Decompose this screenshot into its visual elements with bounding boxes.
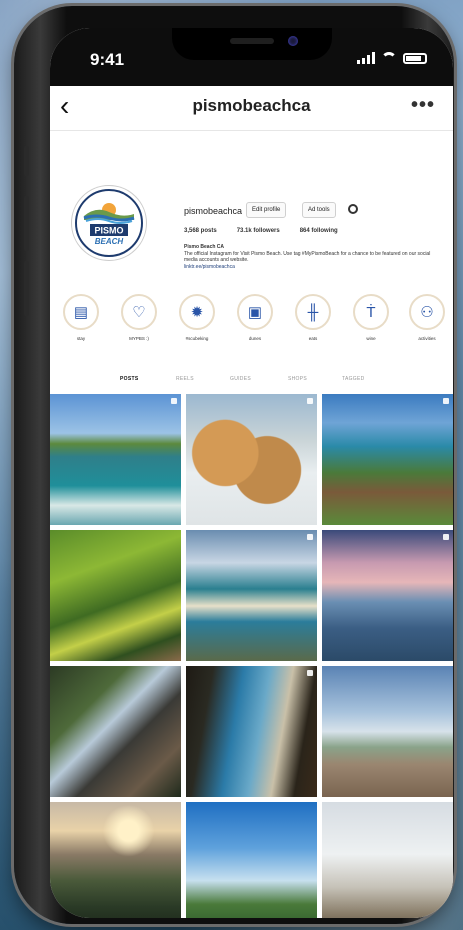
utensils-icon: ╫: [295, 294, 331, 330]
profile-tabs: POSTS REELS GUIDES SHOPS TAGGED: [50, 370, 453, 392]
profile-username-title: pismobeachca: [192, 96, 311, 115]
highlight-activities[interactable]: ⚇ activities: [408, 294, 446, 341]
highlight-label: dunes: [248, 336, 262, 341]
post-tile[interactable]: [322, 802, 453, 918]
battery-icon: [403, 52, 427, 64]
profile-stats: 3,568 posts 73.1k followers 864 followin…: [184, 228, 338, 234]
logo-text-top: PISMO: [94, 226, 123, 236]
highlight-label: activities: [418, 336, 436, 341]
post-tile[interactable]: [322, 666, 453, 797]
phone-frame: 9:41 ‹ pismobeachca ••• PISMO BEACH pism…: [14, 6, 454, 924]
highlight-label: MYPBS :): [129, 336, 149, 341]
ad-tools-button[interactable]: Ad tools: [302, 202, 336, 218]
heart-icon: ♡: [121, 294, 157, 330]
profile-header: PISMO BEACH pismobeachca Edit profile Ad…: [50, 132, 453, 292]
post-tile[interactable]: [186, 530, 317, 661]
front-camera: [288, 36, 298, 46]
highlight-scubeking[interactable]: ✹ #scubeking: [178, 294, 216, 341]
gear-icon[interactable]: [348, 204, 358, 214]
profile-nav-bar: ‹ pismobeachca •••: [50, 86, 453, 131]
speaker-grille: [230, 38, 274, 44]
tab-reels[interactable]: REELS: [176, 376, 194, 382]
bio-text: The official Instagram for Visit Pismo B…: [184, 250, 431, 264]
status-time: 9:41: [90, 50, 125, 69]
tab-posts[interactable]: POSTS: [120, 376, 138, 382]
volume-down-button: [24, 261, 29, 316]
multiple-images-icon: [443, 398, 449, 404]
multiple-images-icon: [443, 534, 449, 540]
highlight-label: eats: [308, 336, 318, 341]
more-dots-icon[interactable]: •••: [411, 94, 435, 117]
multiple-images-icon: [307, 670, 313, 676]
highlight-eats[interactable]: ╫ eats: [294, 294, 332, 341]
post-tile[interactable]: [186, 802, 317, 918]
pismo-beach-logo: PISMO BEACH: [75, 189, 143, 257]
highlight-label: stay: [76, 336, 86, 341]
phone-screen: 9:41 ‹ pismobeachca ••• PISMO BEACH pism…: [50, 28, 453, 918]
post-tile[interactable]: [50, 666, 181, 797]
wine-icon: Ṫ: [353, 294, 389, 330]
post-tile[interactable]: [322, 394, 453, 525]
post-tile[interactable]: [50, 802, 181, 918]
post-tile[interactable]: [186, 666, 317, 797]
post-tile[interactable]: [322, 530, 453, 661]
activity-icon: ⚇: [409, 294, 445, 330]
highlight-label: #scubeking: [185, 336, 209, 341]
notch: [172, 28, 332, 60]
multiple-images-icon: [307, 534, 313, 540]
following-count[interactable]: 864 following: [300, 228, 338, 234]
signal-icon: [357, 52, 375, 64]
post-tile[interactable]: [50, 530, 181, 661]
wifi-icon: [381, 52, 397, 64]
tab-tagged[interactable]: TAGGED: [342, 376, 365, 382]
mute-switch: [24, 146, 29, 176]
multiple-images-icon: [307, 398, 313, 404]
sun-icon: ✹: [179, 294, 215, 330]
status-bar: 9:41: [50, 28, 453, 86]
highlight-label: wine: [366, 336, 376, 341]
hotel-icon: ▤: [63, 294, 99, 330]
status-icons: [357, 52, 427, 64]
car-icon: ▣: [237, 294, 273, 330]
post-tile[interactable]: [186, 394, 317, 525]
post-tile[interactable]: [50, 394, 181, 525]
highlight-stay[interactable]: ▤ stay: [62, 294, 100, 341]
profile-bio: Pismo Beach CA The official Instagram fo…: [184, 244, 444, 270]
edit-profile-button[interactable]: Edit profile: [246, 202, 287, 218]
tab-guides[interactable]: GUIDES: [230, 376, 251, 382]
avatar[interactable]: PISMO BEACH: [72, 186, 146, 260]
highlight-mypbs[interactable]: ♡ MYPBS :): [120, 294, 158, 341]
multiple-images-icon: [171, 398, 177, 404]
logo-text-bottom: BEACH: [95, 237, 124, 246]
posts-count[interactable]: 3,568 posts: [184, 228, 217, 234]
story-highlights: ▤ stay ♡ MYPBS :) ✹ #scubeking ▣ dunes ╫…: [50, 294, 453, 364]
tab-shops[interactable]: SHOPS: [288, 376, 307, 382]
profile-handle: pismobeachca: [184, 206, 243, 216]
highlight-wine[interactable]: Ṫ wine: [352, 294, 390, 341]
followers-count[interactable]: 73.1k followers: [237, 228, 280, 234]
bio-link[interactable]: linktr.ee/pismobeachca: [184, 264, 444, 271]
highlight-dunes[interactable]: ▣ dunes: [236, 294, 274, 341]
volume-up-button: [24, 196, 29, 251]
